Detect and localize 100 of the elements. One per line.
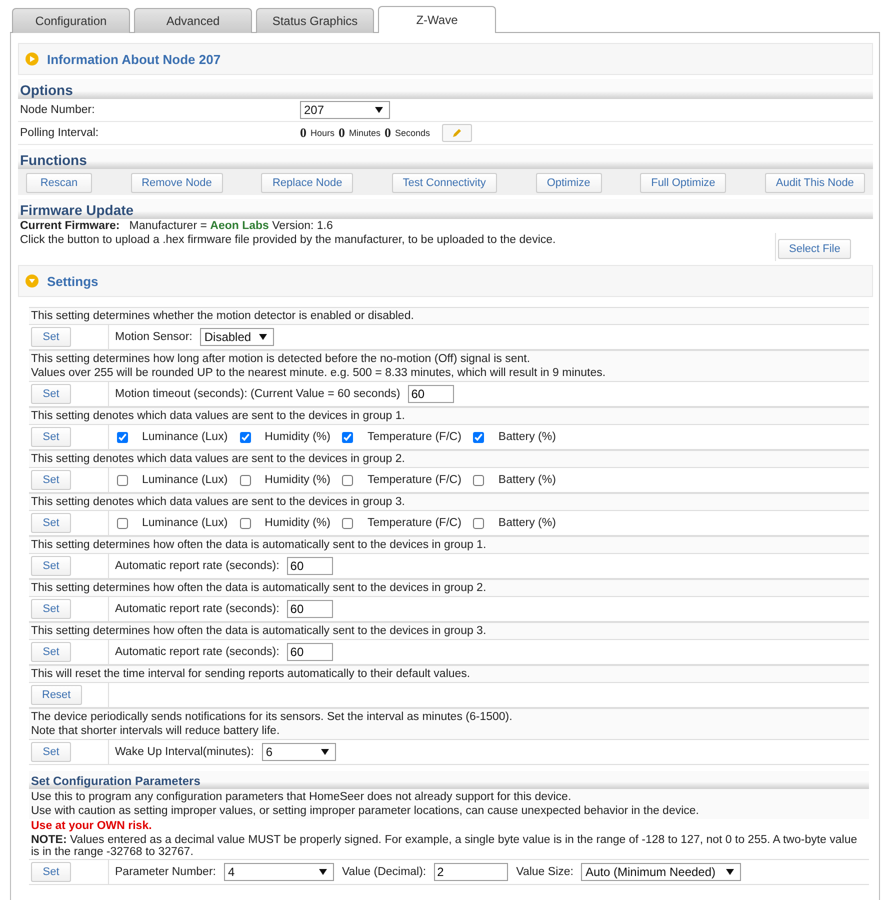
field-label: Value (Decimal): <box>340 865 428 880</box>
set-button[interactable]: Set <box>31 327 71 347</box>
set-button[interactable]: Set <box>31 556 71 576</box>
checkbox-label: Luminance (Lux) <box>141 430 229 445</box>
field-label: Automatic report rate (seconds): <box>114 645 280 660</box>
polling-value: 0 <box>338 125 346 141</box>
dropdown[interactable]: Auto (Minimum Needed) <box>581 863 742 881</box>
firmware-info: Current Firmware: Manufacturer = Aeon Labs Version: 1.6 <box>19 219 334 233</box>
setting-description: This setting determines how often the data is automatically sent to the devices in group 2. <box>29 580 869 596</box>
field-label: Node Number: <box>19 103 96 118</box>
checkbox[interactable] <box>117 474 128 486</box>
checkbox-label: Humidity (%) <box>264 430 332 445</box>
dropdown[interactable]: 207 <box>300 101 390 119</box>
select-file-button[interactable]: Select File <box>778 239 852 259</box>
panel-title[interactable]: Information About Node 207 <box>47 52 221 66</box>
tab[interactable]: Status Graphics <box>256 8 374 33</box>
firmware-hint: Click the button to upload a .hex firmware file provided by the manufacturer, to be uploaded to the device. <box>19 233 557 248</box>
setting-description: This will reset the time interval for sending reports automatically to their default values. <box>29 666 869 682</box>
set-button[interactable]: Reset <box>31 685 82 705</box>
caret-icon <box>318 869 327 875</box>
checkbox-label: Battery (%) <box>497 516 557 531</box>
checkbox-label: Humidity (%) <box>264 516 332 531</box>
checkbox-label: Temperature (F/C) <box>366 516 462 531</box>
field-label: Motion Sensor: <box>114 330 194 345</box>
play-icon <box>25 52 39 66</box>
checkbox-label: Humidity (%) <box>264 473 332 488</box>
checkbox-label: Luminance (Lux) <box>141 516 229 531</box>
checkbox[interactable] <box>240 518 251 528</box>
unit-label: Minutes <box>349 128 381 138</box>
dropdown[interactable]: 6 <box>262 743 336 761</box>
checkbox[interactable] <box>342 432 354 442</box>
polling-value: 0 <box>300 125 306 141</box>
config-description: Use this to program any configuration parameters that HomeSeer does not already support for this device. Use with caution as setting improper values, or setting improper parameter locations, can cause unexpected behavior in the device. <box>29 789 869 819</box>
caret-icon <box>726 869 734 875</box>
setting-description: This setting denotes which data values are sent to the devices in group 1. <box>29 408 869 424</box>
caret-icon <box>259 334 268 340</box>
input-field[interactable]: 60 <box>287 557 334 575</box>
set-button[interactable]: Set <box>31 642 71 662</box>
set-button[interactable]: Set <box>31 742 71 762</box>
tab[interactable]: Configuration <box>12 8 130 33</box>
checkbox[interactable] <box>473 432 484 442</box>
function-button[interactable]: Audit This Node <box>764 173 865 193</box>
set-button[interactable]: Set <box>31 470 71 490</box>
field-label: Motion timeout (seconds): (Current Value = 60 seconds) <box>114 387 402 402</box>
checkbox-label: Temperature (F/C) <box>366 430 462 445</box>
function-button[interactable]: Remove Node <box>130 173 223 193</box>
field-label: Parameter Number: <box>114 865 217 880</box>
function-button[interactable]: Full Optimize <box>640 173 726 193</box>
field-label: Value Size: <box>515 865 574 880</box>
set-button[interactable]: Set <box>31 384 71 404</box>
panel-title[interactable]: Settings <box>47 274 98 288</box>
checkbox[interactable] <box>342 474 354 486</box>
input-field[interactable]: 60 <box>287 643 334 661</box>
tab[interactable]: Z-Wave <box>378 6 496 33</box>
checkbox[interactable] <box>240 474 251 486</box>
chevron-icon <box>25 274 39 288</box>
field-label: Polling Interval: <box>19 126 100 141</box>
function-button[interactable]: Optimize <box>536 173 602 193</box>
function-button[interactable]: Test Connectivity <box>392 173 497 193</box>
set-button[interactable]: Set <box>31 513 71 533</box>
field-label: Wake Up Interval(minutes): <box>114 745 255 760</box>
setting-description: This setting determines how often the data is automatically sent to the devices in group 1. <box>29 537 869 553</box>
checkbox[interactable] <box>117 518 128 528</box>
checkbox[interactable] <box>473 474 484 486</box>
input-field[interactable]: 2 <box>434 863 508 881</box>
setting-description: This setting determines how often the data is automatically sent to the devices in group 3. <box>29 623 869 639</box>
checkbox-label: Battery (%) <box>497 473 557 488</box>
pencil-icon <box>452 128 462 138</box>
checkbox[interactable] <box>473 518 484 528</box>
checkbox-label: Luminance (Lux) <box>141 473 229 488</box>
caret-icon <box>320 749 329 755</box>
checkbox[interactable] <box>342 518 354 528</box>
warning-text: Use at your OWN risk. <box>30 819 153 833</box>
setting-description: This setting determines how long after motion is detected before the no-motion (Off) signal is sent. Values over 255 will be rounded UP to the nearest minute. e.g. 500 = 8.33 minutes, which will result in 9 minutes. <box>29 351 869 381</box>
input-field[interactable]: 60 <box>287 600 334 618</box>
function-button[interactable]: Rescan <box>26 173 92 193</box>
note-text: NOTE: Values entered as a decimal value MUST be properly signed. For example, a single byte value is in the range of -128 to 127, not 0 to 255. A two-byte value is in the range -32768 to 32767. <box>30 833 858 859</box>
field-label: Automatic report rate (seconds): <box>114 559 280 574</box>
section-header: Set Configuration Parameters <box>29 771 869 789</box>
caret-icon <box>375 107 383 113</box>
section-header: Functions <box>18 149 873 169</box>
dropdown[interactable]: Disabled <box>200 328 274 346</box>
unit-label: Hours <box>310 128 335 138</box>
function-button[interactable]: Replace Node <box>261 173 354 193</box>
set-button[interactable]: Set <box>31 862 71 882</box>
field-label: Automatic report rate (seconds): <box>114 602 280 617</box>
setting-description: The device periodically sends notifications for its sensors. Set the interval as minutes (6-1500). Note that shorter intervals will reduce battery life. <box>29 709 869 739</box>
unit-label: Seconds <box>395 128 430 138</box>
input-field[interactable]: 60 <box>408 385 454 403</box>
checkbox[interactable] <box>240 432 251 442</box>
checkbox[interactable] <box>117 432 128 442</box>
polling-value: 0 <box>384 125 392 141</box>
setting-description: This setting denotes which data values are sent to the devices in group 3. <box>29 494 869 510</box>
checkbox-label: Temperature (F/C) <box>366 473 462 488</box>
dropdown[interactable]: 4 <box>224 863 334 881</box>
tab[interactable]: Advanced <box>134 8 252 33</box>
checkbox-label: Battery (%) <box>497 430 557 445</box>
set-button[interactable]: Set <box>31 599 71 619</box>
set-button[interactable]: Set <box>31 427 71 447</box>
section-header: Firmware Update <box>18 199 873 219</box>
